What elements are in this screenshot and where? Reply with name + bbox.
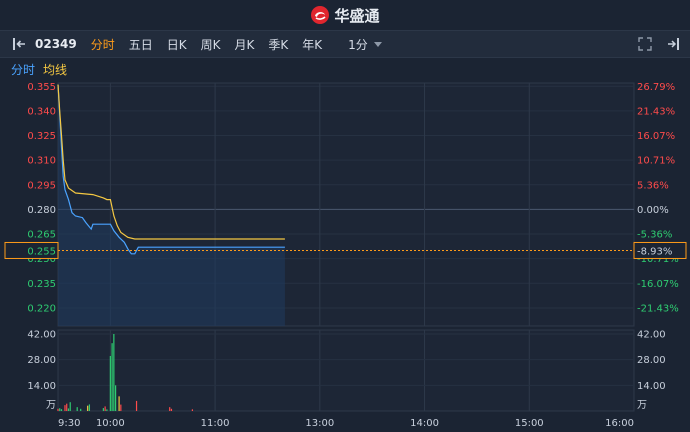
intraday-chart[interactable]: 0.355 26.79% 0.340 21.43% 0.325 16.07% 0.310 10… [0, 79, 690, 432]
legend-average-line[interactable]: 均线 [43, 61, 67, 78]
tab-intraday[interactable]: 分时 [91, 36, 115, 53]
percent-tick-label: -16.07% [637, 279, 679, 290]
stock-code: 02349 [35, 37, 77, 51]
volume-tick-label: 14.00 [27, 381, 56, 392]
price-tick-label: 0.340 [27, 106, 56, 117]
tab-five-day[interactable]: 五日 [129, 36, 153, 53]
volume-tick-label-right: 28.00 [637, 355, 666, 366]
time-tick-label: 11:00 [201, 418, 230, 429]
percent-tick-label: 26.79% [637, 82, 675, 93]
time-tick-label: 9:30 [58, 418, 80, 429]
current-percent-label: -8.93% [637, 246, 672, 257]
brand-name: 华盛通 [334, 6, 380, 25]
price-tick-label: 0.280 [27, 205, 56, 216]
brand: 华盛通 [310, 5, 380, 26]
percent-tick-label: -5.36% [637, 230, 672, 241]
title-bar: 华盛通 [0, 0, 690, 30]
price-tick-label: 0.310 [27, 156, 56, 167]
current-price-label: 0.255 [27, 246, 56, 257]
tab-daily-k[interactable]: 日K [167, 36, 187, 53]
interval-value: 1分 [348, 37, 368, 52]
time-tick-label: 10:00 [96, 418, 125, 429]
percent-tick-label: 10.71% [637, 156, 675, 167]
huasheng-logo-icon [311, 6, 330, 24]
toolbar: 02349 分时 五日 日K 周K 月K 季K 年K 1分 [0, 30, 690, 58]
tab-yearly-k[interactable]: 年K [302, 36, 322, 53]
time-tick-label: 16:00 [605, 418, 634, 429]
volume-panel [57, 329, 635, 412]
price-tick-label: 0.220 [27, 303, 56, 314]
percent-tick-label: 21.43% [637, 106, 675, 117]
volume-unit-label: 万 [46, 400, 56, 411]
volume-tick-label-right: 42.00 [637, 330, 666, 341]
volume-tick-label-right: 14.00 [637, 381, 666, 392]
sidebar-toggle-icon[interactable] [666, 37, 680, 51]
chevron-down-icon [373, 41, 382, 47]
price-tick-label: 0.265 [27, 230, 56, 241]
tab-weekly-k[interactable]: 周K [201, 36, 221, 53]
price-tick-label: 0.295 [27, 180, 56, 191]
percent-tick-label: 16.07% [637, 131, 675, 142]
legend-intraday[interactable]: 分时 [11, 61, 35, 78]
collapse-panel-icon[interactable] [12, 37, 28, 51]
percent-tick-label: 5.36% [637, 180, 669, 191]
chart-legend: 分时 均线 [0, 59, 690, 79]
tab-quarterly-k[interactable]: 季K [268, 36, 288, 53]
toolbar-right-actions [638, 37, 680, 51]
time-tick-label: 15:00 [515, 418, 544, 429]
percent-tick-label: -21.43% [637, 303, 679, 314]
volume-tick-label: 28.00 [27, 355, 56, 366]
time-tick-label: 14:00 [410, 418, 439, 429]
price-tick-label: 0.235 [27, 279, 56, 290]
expand-chart-icon[interactable] [638, 37, 652, 51]
percent-tick-label: 0.00% [637, 205, 669, 216]
volume-tick-label: 42.00 [27, 330, 56, 341]
volume-unit-label-right: 万 [637, 400, 647, 411]
time-tick-label: 13:00 [305, 418, 334, 429]
price-tick-label: 0.325 [27, 131, 56, 142]
tab-monthly-k[interactable]: 月K [235, 36, 255, 53]
interval-select[interactable]: 1分 [348, 36, 382, 53]
price-tick-label: 0.355 [27, 82, 56, 93]
